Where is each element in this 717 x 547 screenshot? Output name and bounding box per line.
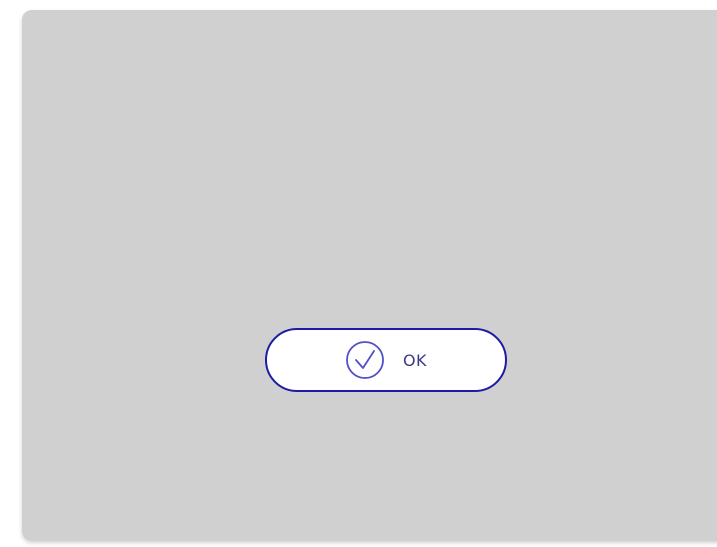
ok-button-label: OK [402, 350, 428, 370]
ok-button[interactable]: OK [265, 328, 507, 392]
page: OK [0, 0, 717, 547]
dialog-panel [22, 10, 717, 541]
check-circle-icon [345, 340, 385, 380]
